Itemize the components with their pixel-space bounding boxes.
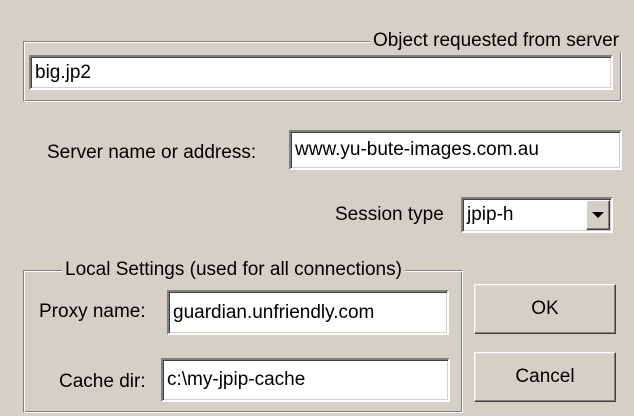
session-type-dropdown-button[interactable]	[586, 200, 610, 230]
local-settings-caption: Local Settings (used for all connections…	[62, 259, 405, 281]
proxy-name-input[interactable]	[167, 290, 449, 335]
session-type-select[interactable]: jpip-h	[461, 197, 613, 233]
server-connection-dialog: { "object_group": { "caption": "Object r…	[0, 0, 634, 416]
server-name-input[interactable]	[289, 130, 622, 170]
server-name-label: Server name or address:	[47, 142, 257, 163]
object-requested-caption: Object requested from server	[369, 30, 622, 52]
ok-button[interactable]: OK	[474, 284, 616, 334]
chevron-down-icon	[592, 212, 604, 218]
object-input[interactable]	[29, 55, 613, 90]
proxy-name-label: Proxy name:	[39, 301, 146, 322]
cache-dir-input[interactable]	[161, 358, 450, 402]
session-type-label: Session type	[335, 204, 444, 225]
cache-dir-label: Cache dir:	[59, 371, 146, 392]
cancel-button[interactable]: Cancel	[474, 352, 616, 402]
session-type-value: jpip-h	[467, 204, 514, 225]
